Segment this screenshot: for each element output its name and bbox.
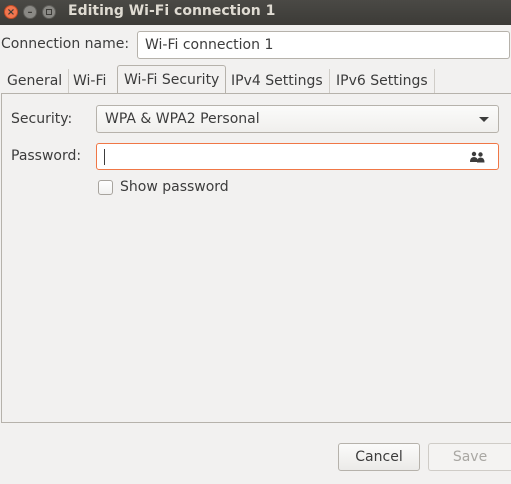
window-title: Editing Wi-Fi connection 1 <box>68 3 276 19</box>
minimize-icon[interactable]: – <box>23 5 37 19</box>
close-icon[interactable]: × <box>4 5 18 19</box>
tab-ipv6-settings[interactable]: IPv6 Settings <box>330 69 435 94</box>
connection-name-input[interactable]: Wi-Fi connection 1 <box>137 31 510 59</box>
tab-bar: General Wi-Fi Wi-Fi Security IPv4 Settin… <box>1 65 511 94</box>
cancel-button[interactable]: Cancel <box>338 443 420 471</box>
tab-ipv4-settings[interactable]: IPv4 Settings <box>225 69 330 94</box>
chevron-down-icon <box>479 117 489 122</box>
security-selected-value: WPA & WPA2 Personal <box>105 111 260 127</box>
show-password-checkbox[interactable] <box>98 180 113 195</box>
tab-wifi[interactable]: Wi-Fi <box>67 69 112 94</box>
people-icon[interactable] <box>470 151 485 163</box>
text-cursor <box>104 149 105 165</box>
tab-wifi-security[interactable]: Wi-Fi Security <box>117 65 227 94</box>
password-input[interactable] <box>96 143 499 170</box>
connection-name-label: Connection name: <box>1 36 130 52</box>
save-button[interactable]: Save <box>428 443 511 471</box>
maximize-icon[interactable] <box>42 5 56 19</box>
security-label: Security: <box>11 111 73 127</box>
security-select[interactable]: WPA & WPA2 Personal <box>96 105 499 133</box>
show-password-label[interactable]: Show password <box>120 179 229 195</box>
tab-general[interactable]: General <box>1 69 70 94</box>
title-bar: × – Editing Wi-Fi connection 1 <box>0 0 511 25</box>
password-label: Password: <box>11 148 82 164</box>
